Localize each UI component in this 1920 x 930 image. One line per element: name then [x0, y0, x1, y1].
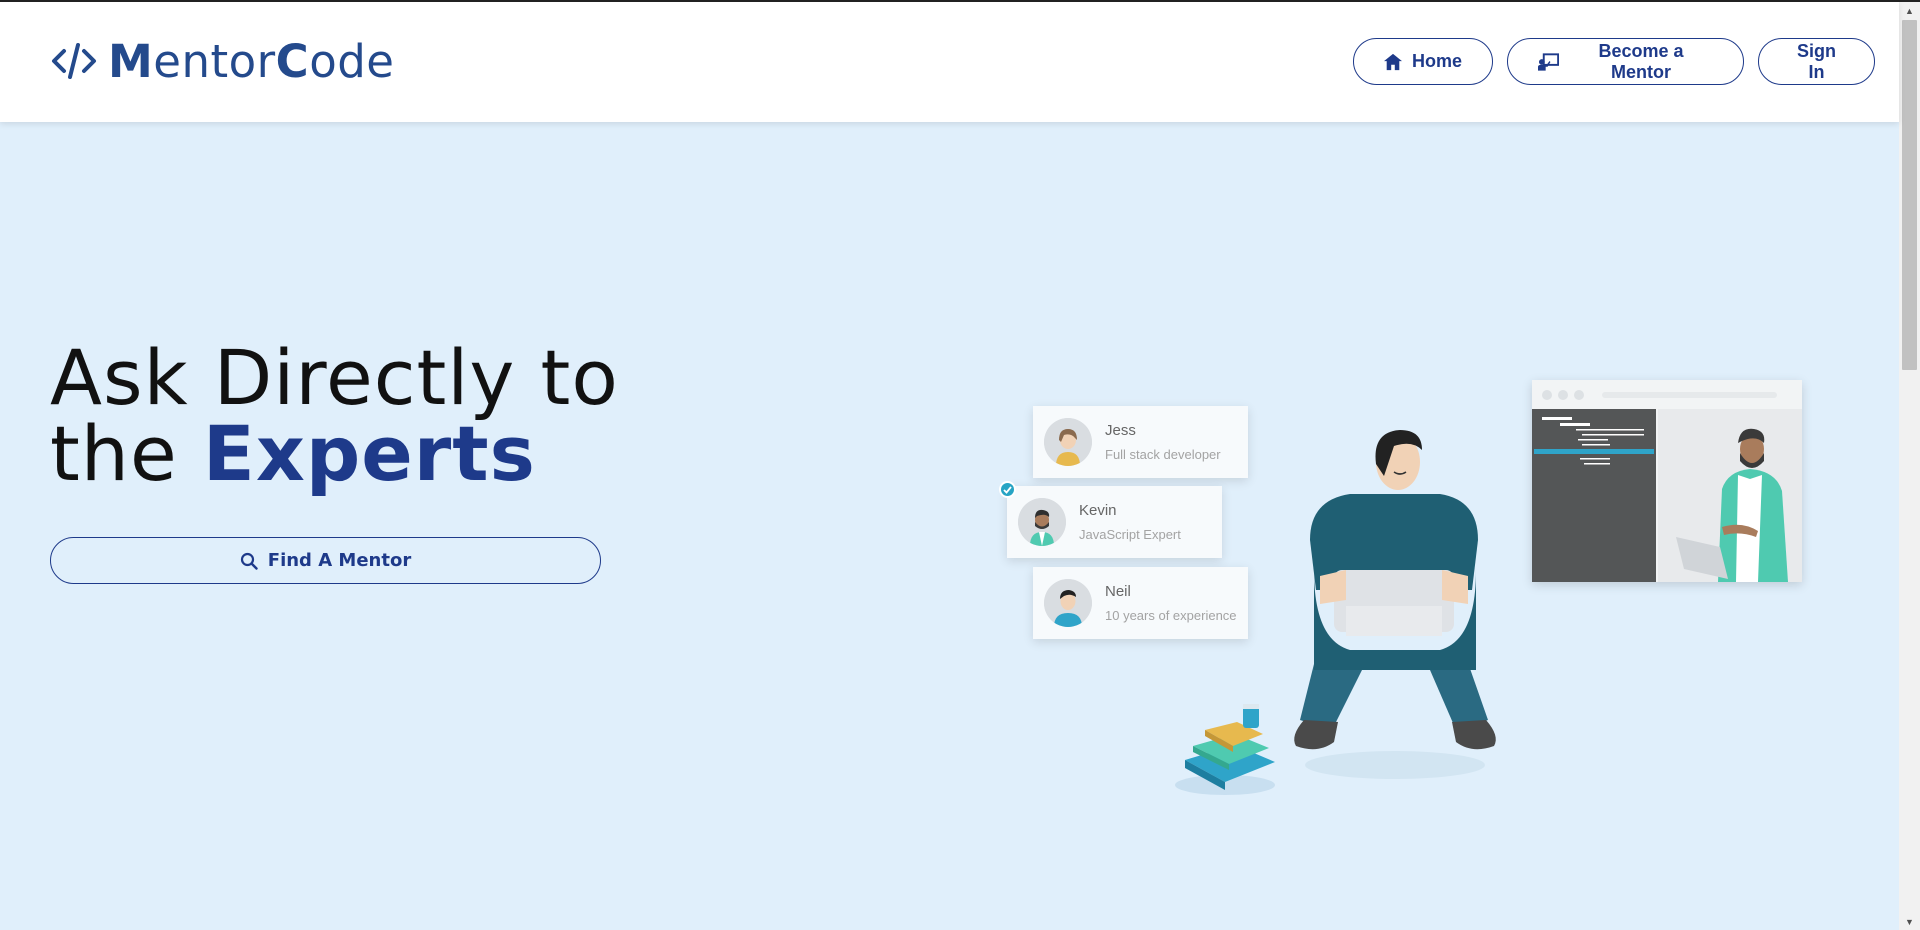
- mentor-card: Kevin JavaScript Expert: [1007, 486, 1222, 558]
- mentor-card: Jess Full stack developer: [1033, 406, 1248, 478]
- sign-in-button[interactable]: Sign In: [1758, 38, 1875, 85]
- mentor-avatar: [1044, 579, 1092, 627]
- hero-heading-line1: Ask Directly to: [50, 333, 619, 422]
- scroll-up-arrow[interactable]: ▲: [1899, 2, 1920, 19]
- sign-in-button-label: Sign In: [1797, 40, 1836, 82]
- scroll-down-arrow[interactable]: ▼: [1899, 913, 1920, 930]
- presentation-icon: [1538, 52, 1560, 71]
- hero-heading-line2: the Experts: [50, 409, 536, 498]
- brand-name: MentorCode: [108, 34, 395, 88]
- scrollbar-thumb[interactable]: [1902, 20, 1917, 370]
- hero-heading: Ask Directly to the Experts: [50, 340, 619, 492]
- check-circle-icon: [999, 481, 1016, 498]
- mentor-avatar: [1044, 418, 1092, 466]
- window-titlebar: [1532, 380, 1802, 409]
- code-editor-panel: [1532, 409, 1656, 582]
- search-icon: [240, 552, 258, 570]
- mentor-name: Jess: [1105, 422, 1136, 439]
- mentor-name: Neil: [1105, 583, 1131, 600]
- home-button[interactable]: Home: [1353, 38, 1493, 85]
- mentor-role: 10 years of experience: [1105, 608, 1237, 623]
- find-mentor-button[interactable]: Find A Mentor: [50, 537, 601, 584]
- mentor-name: Kevin: [1079, 502, 1117, 519]
- become-mentor-button-label: Become a Mentor: [1598, 40, 1684, 82]
- books-stack-illustration: [1175, 704, 1275, 795]
- brand-logo[interactable]: MentorCode: [50, 34, 395, 88]
- mentor-avatar: [1018, 498, 1066, 546]
- mentor-role: JavaScript Expert: [1079, 527, 1181, 542]
- mentor-card: Neil 10 years of experience: [1033, 567, 1248, 639]
- become-mentor-button[interactable]: Become a Mentor: [1507, 38, 1744, 85]
- home-button-label: Home: [1411, 51, 1462, 71]
- mentor-role: Full stack developer: [1105, 447, 1221, 462]
- top-navbar: MentorCode Home Become a Mentor Sign In: [0, 2, 1899, 122]
- video-call-window-illustration: [1532, 380, 1802, 582]
- home-icon: [1384, 53, 1402, 70]
- vertical-scrollbar[interactable]: ▲ ▼: [1899, 2, 1920, 930]
- code-brackets-icon: [52, 43, 96, 79]
- nav-buttons: Home Become a Mentor Sign In: [1353, 38, 1875, 85]
- hero-heading-accent: Experts: [202, 409, 536, 498]
- person-with-laptop-illustration: [1294, 430, 1496, 779]
- find-mentor-button-label: Find A Mentor: [267, 550, 412, 571]
- hero-illustration: Jess Full stack developer Kevin JavaScri…: [990, 370, 1830, 810]
- video-feed-panel: [1658, 409, 1802, 582]
